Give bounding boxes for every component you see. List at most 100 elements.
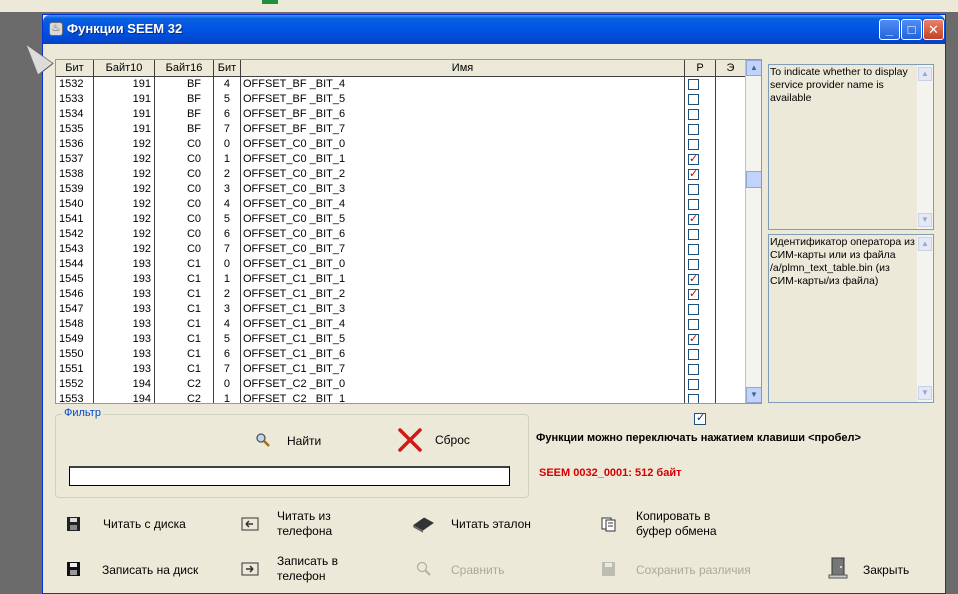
p-checkbox[interactable] bbox=[688, 379, 699, 390]
functions-grid[interactable]: Бит Байт10 Байт16 Бит Имя Р Э 1532 191 BF 4… bbox=[55, 59, 762, 404]
table-row[interactable]: 1548 193 C1 4 OFFSET_C1 _BIT_4 bbox=[56, 317, 746, 332]
minimize-button[interactable]: _ bbox=[879, 19, 900, 40]
table-row[interactable]: 1532 191 BF 4 OFFSET_BF _BIT_4 bbox=[56, 77, 746, 92]
p-checkbox[interactable] bbox=[688, 364, 699, 375]
reset-label: Сброс bbox=[435, 433, 470, 447]
close-window-button[interactable]: ✕ bbox=[923, 19, 944, 40]
scroll-thumb[interactable] bbox=[746, 171, 761, 188]
table-row[interactable]: 1537 192 C0 1 OFFSET_C0 _BIT_1 bbox=[56, 152, 746, 167]
cell-bit: 1538 bbox=[59, 168, 84, 180]
cell-name: OFFSET_C2 _BIT_0 bbox=[243, 378, 346, 390]
cell-name: OFFSET_C0 _BIT_1 bbox=[243, 153, 346, 165]
toggle-mode-checkbox[interactable] bbox=[694, 411, 706, 425]
p-checkbox[interactable] bbox=[688, 94, 699, 105]
p-checkbox[interactable] bbox=[688, 349, 699, 360]
table-row[interactable]: 1535 191 BF 7 OFFSET_BF _BIT_7 bbox=[56, 122, 746, 137]
table-row[interactable]: 1539 192 C0 3 OFFSET_C0 _BIT_3 bbox=[56, 182, 746, 197]
p-checkbox[interactable] bbox=[688, 139, 699, 150]
p-checkbox[interactable] bbox=[688, 259, 699, 270]
description-ru-scrollbar[interactable]: ▲ ▼ bbox=[917, 235, 933, 402]
scroll-down-button[interactable]: ▼ bbox=[746, 387, 761, 403]
table-row[interactable]: 1549 193 C1 5 OFFSET_C1 _BIT_5 bbox=[56, 332, 746, 347]
table-row[interactable]: 1533 191 BF 5 OFFSET_BF _BIT_5 bbox=[56, 92, 746, 107]
col-header-p[interactable]: Р bbox=[685, 60, 716, 76]
p-checkbox[interactable] bbox=[688, 124, 699, 135]
p-checkbox[interactable] bbox=[688, 287, 699, 302]
table-row[interactable]: 1542 192 C0 6 OFFSET_C0 _BIT_6 bbox=[56, 227, 746, 242]
p-checkbox[interactable] bbox=[688, 184, 699, 195]
cell-bit: 1535 bbox=[59, 123, 84, 135]
col-header-bit[interactable]: Бит bbox=[56, 60, 94, 76]
cell-name: OFFSET_C0 _BIT_0 bbox=[243, 138, 346, 150]
cell-bitno: 5 bbox=[223, 93, 230, 105]
app-icon[interactable]: ♨ bbox=[49, 22, 63, 36]
table-row[interactable]: 1538 192 C0 2 OFFSET_C0 _BIT_2 bbox=[56, 167, 746, 182]
grid-scrollbar[interactable]: ▲ ▼ bbox=[745, 60, 761, 403]
p-checkbox[interactable] bbox=[688, 229, 699, 240]
door-exit-icon bbox=[828, 557, 848, 579]
cell-name: OFFSET_C0 _BIT_5 bbox=[243, 213, 346, 225]
table-row[interactable]: 1540 192 C0 4 OFFSET_C0 _BIT_4 bbox=[56, 197, 746, 212]
cell-byte10: 191 bbox=[132, 78, 151, 90]
p-checkbox[interactable] bbox=[688, 167, 699, 182]
p-checkbox[interactable] bbox=[688, 212, 699, 227]
cell-byte16: C1 bbox=[186, 303, 201, 315]
col-header-bitno[interactable]: Бит bbox=[214, 60, 241, 76]
col-header-name[interactable]: Имя bbox=[241, 60, 685, 76]
cell-byte16: BF bbox=[186, 93, 201, 105]
col-header-e[interactable]: Э bbox=[716, 60, 746, 76]
table-row[interactable]: 1541 192 C0 5 OFFSET_C0 _BIT_5 bbox=[56, 212, 746, 227]
description-panel-ru[interactable]: Идентификатор оператора из СИМ-карты или… bbox=[768, 234, 934, 403]
table-row[interactable]: 1551 193 C1 7 OFFSET_C1 _BIT_7 bbox=[56, 362, 746, 377]
table-row[interactable]: 1536 192 C0 0 OFFSET_C0 _BIT_0 bbox=[56, 137, 746, 152]
background-icon bbox=[262, 0, 278, 4]
compare-label: Сравнить bbox=[451, 563, 505, 577]
table-row[interactable]: 1547 193 C1 3 OFFSET_C1 _BIT_3 bbox=[56, 302, 746, 317]
cell-name: OFFSET_C1 _BIT_2 bbox=[243, 288, 346, 300]
filter-legend: Фильтр bbox=[62, 407, 103, 419]
table-row[interactable]: 1546 193 C1 2 OFFSET_C1 _BIT_2 bbox=[56, 287, 746, 302]
col-header-byte16[interactable]: Байт16 bbox=[155, 60, 214, 76]
scroll-up-button[interactable]: ▲ bbox=[746, 60, 761, 76]
filter-input[interactable] bbox=[69, 466, 510, 486]
cell-bit: 1533 bbox=[59, 93, 84, 105]
cell-bitno: 7 bbox=[223, 123, 230, 135]
p-checkbox[interactable] bbox=[688, 319, 699, 330]
p-checkbox[interactable] bbox=[688, 79, 699, 90]
p-checkbox[interactable] bbox=[688, 332, 699, 347]
title-bar[interactable]: ♨ Функции SEEM 32 _ □ ✕ bbox=[43, 15, 945, 44]
p-checkbox[interactable] bbox=[688, 199, 699, 210]
find-button[interactable]: Найти bbox=[256, 431, 321, 451]
cell-byte10: 192 bbox=[132, 153, 151, 165]
p-checkbox[interactable] bbox=[688, 272, 699, 287]
cell-byte16: BF bbox=[186, 123, 201, 135]
cell-name: OFFSET_C1 _BIT_6 bbox=[243, 348, 346, 360]
cell-byte10: 194 bbox=[132, 378, 151, 390]
p-checkbox[interactable] bbox=[688, 244, 699, 255]
maximize-button[interactable]: □ bbox=[901, 19, 922, 40]
cell-name: OFFSET_BF _BIT_5 bbox=[243, 93, 346, 105]
cell-name: OFFSET_C0 _BIT_4 bbox=[243, 198, 346, 210]
cell-bitno: 4 bbox=[223, 198, 230, 210]
p-checkbox[interactable] bbox=[688, 304, 699, 315]
p-checkbox[interactable] bbox=[688, 152, 699, 167]
cell-byte16: C1 bbox=[186, 318, 201, 330]
cell-bit: 1537 bbox=[59, 153, 84, 165]
table-row[interactable]: 1552 194 C2 0 OFFSET_C2 _BIT_0 bbox=[56, 377, 746, 392]
table-row[interactable]: 1550 193 C1 6 OFFSET_C1 _BIT_6 bbox=[56, 347, 746, 362]
description-en-scrollbar[interactable]: ▲ ▼ bbox=[917, 65, 933, 229]
col-header-byte10[interactable]: Байт10 bbox=[94, 60, 155, 76]
description-panel-en[interactable]: To indicate whether to display service p… bbox=[768, 64, 934, 230]
p-checkbox[interactable] bbox=[688, 394, 699, 403]
p-checkbox[interactable] bbox=[688, 109, 699, 120]
cell-byte10: 192 bbox=[132, 168, 151, 180]
cell-name: OFFSET_C1 _BIT_5 bbox=[243, 333, 346, 345]
table-row[interactable]: 1534 191 BF 6 OFFSET_BF _BIT_6 bbox=[56, 107, 746, 122]
cell-bitno: 2 bbox=[223, 288, 230, 300]
table-row[interactable]: 1543 192 C0 7 OFFSET_C0 _BIT_7 bbox=[56, 242, 746, 257]
table-row[interactable]: 1544 193 C1 0 OFFSET_C1 _BIT_0 bbox=[56, 257, 746, 272]
table-row[interactable]: 1545 193 C1 1 OFFSET_C1 _BIT_1 bbox=[56, 272, 746, 287]
table-row[interactable]: 1553 194 C2 1 OFFSET_C2 _BIT_1 bbox=[56, 392, 746, 403]
magnifier-icon bbox=[256, 433, 270, 447]
cell-byte10: 192 bbox=[132, 243, 151, 255]
